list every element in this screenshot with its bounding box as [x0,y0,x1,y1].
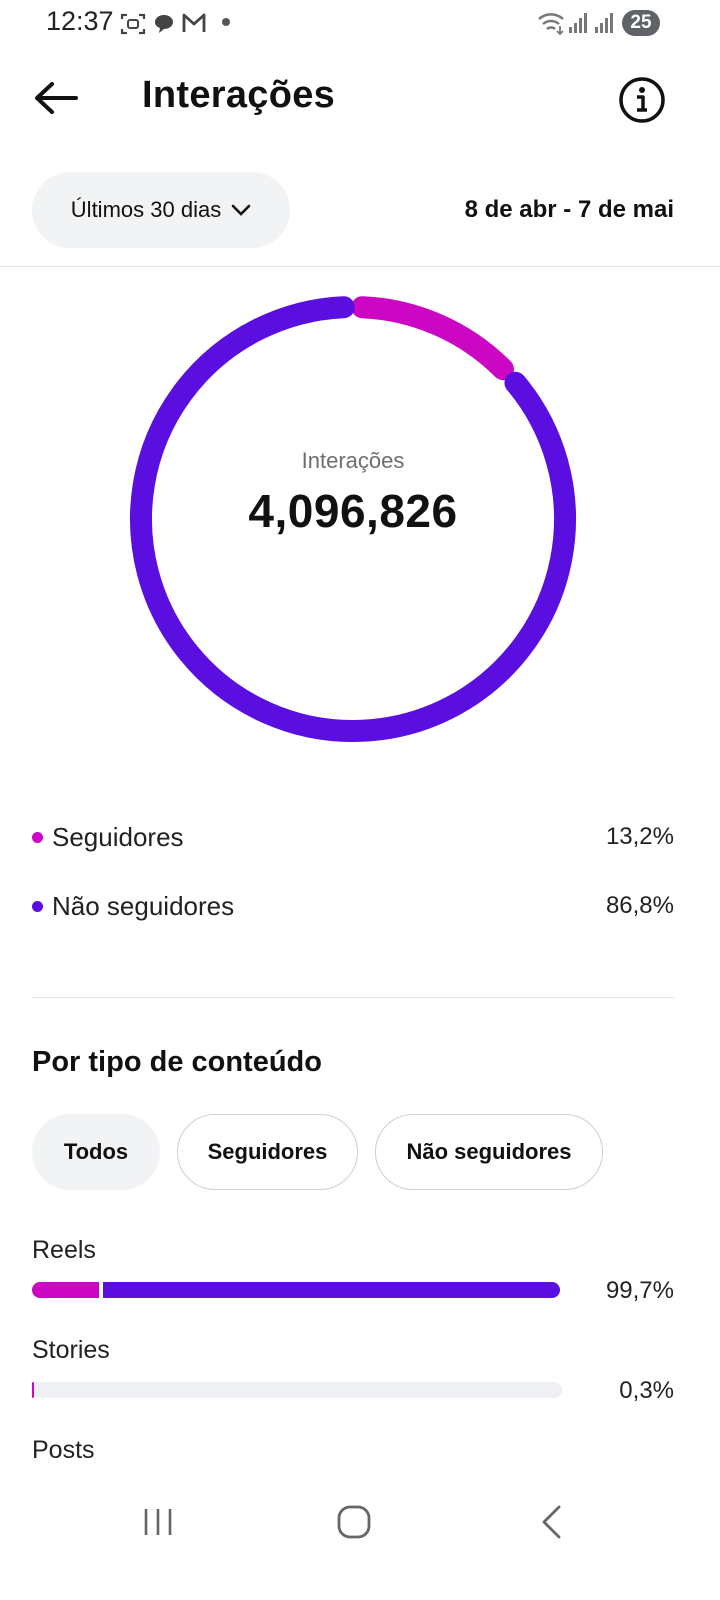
status-time: 12:37 [46,6,114,36]
recent-apps-icon [144,1509,172,1535]
back-button[interactable] [28,74,84,122]
system-back-button[interactable] [522,1498,582,1546]
recent-apps-button[interactable] [128,1498,188,1546]
legend-row-non-followers: Não seguidores 86,8% [32,886,674,926]
reels-non-followers-segment [102,1282,561,1298]
reels-followers-segment [32,1282,99,1298]
legend-label: Não seguidores [52,890,235,921]
donut-label: Interações [301,448,405,473]
chat-bubble-icon [155,15,173,33]
legend-percent: 86,8% [605,892,674,919]
wifi-icon [538,13,564,36]
back-icon [542,1505,561,1539]
followers-arc [351,296,514,381]
divider [0,266,720,267]
home-icon [337,1505,371,1539]
filter-chip-todos[interactable]: Todos [32,1114,160,1190]
dot-icon [222,18,230,26]
date-range: 8 de abr - 7 de mai [464,196,674,223]
signal-icon [595,13,613,33]
legend-label: Seguidores [52,821,184,852]
section-title: Por tipo de conteúdo [32,1046,322,1078]
content-type-label: Stories [32,1336,110,1364]
chevron-down-icon [231,204,251,216]
filter-chip-nao-seguidores[interactable]: Não seguidores [375,1114,603,1190]
legend-percent: 13,2% [605,823,674,850]
legend-row-followers: Seguidores 13,2% [32,817,674,857]
period-label: Últimos 30 dias [70,197,222,222]
content-type-label: Posts [32,1436,95,1464]
screenshot-icon [120,13,146,35]
content-type-percent: 0,3% [619,1377,674,1404]
divider [32,997,674,998]
signal-icon [569,13,587,33]
filter-chip-seguidores[interactable]: Seguidores [177,1114,358,1190]
home-button[interactable] [324,1498,384,1546]
stories-bar [32,1382,562,1398]
arrow-left-icon [35,82,78,114]
info-icon [619,77,665,123]
non-followers-dot-icon [32,900,43,912]
gmail-icon [182,13,206,32]
period-dropdown[interactable]: Últimos 30 dias [32,172,290,248]
stories-segment [32,1382,34,1398]
battery-indicator: 25 [622,10,660,36]
followers-dot-icon [32,831,43,843]
page-title: Interações [142,74,336,116]
content-type-label: Reels [32,1236,96,1264]
interactions-total: 4,096,826 [248,485,458,537]
info-button[interactable] [616,74,668,126]
reels-bar [32,1282,562,1298]
content-type-percent: 99,7% [605,1277,674,1304]
